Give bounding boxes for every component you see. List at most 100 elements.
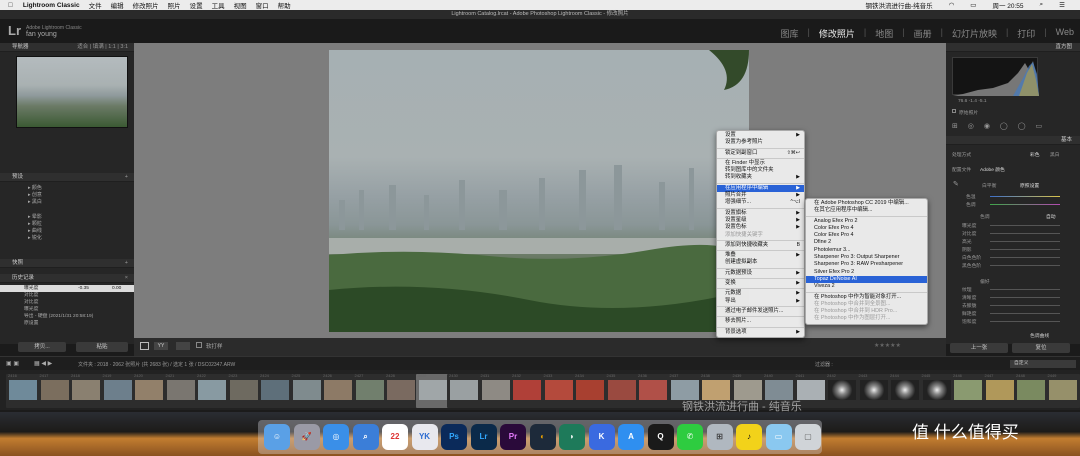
menu-item-5[interactable]: Color Efex Pro 4 [806, 232, 927, 239]
filmstrip-thumb[interactable]: 2436 [636, 373, 670, 408]
menu-tools[interactable]: 工具 [212, 0, 225, 10]
filmstrip-thumb[interactable]: 2428 [384, 373, 418, 408]
second-window-icon[interactable]: ▣ ▣ [6, 360, 19, 367]
history-header[interactable]: 历史记录 × [0, 274, 134, 283]
menu-item-11[interactable]: 增强细节... ^⌥I [717, 199, 804, 206]
filmstrip-thumb[interactable]: 2426 [321, 373, 355, 408]
menu-item-12[interactable]: Viveza 2 [806, 283, 927, 290]
menu-item-1[interactable]: 设置为参考照片 [717, 139, 804, 146]
filmstrip-thumb[interactable]: 2427 [352, 373, 387, 408]
filmstrip-thumb[interactable]: 2433 [541, 373, 576, 408]
filmstrip-thumb[interactable]: 2416 [6, 373, 40, 408]
menu-item-7[interactable]: Photolemur 3... [806, 247, 927, 254]
loupe-view-icon[interactable] [140, 342, 149, 350]
module-library[interactable]: 图库 [781, 27, 799, 40]
clarity-slider[interactable] [990, 297, 1060, 298]
navigator-header[interactable]: 导航器 适合 | 填满 | 1:1 | 3:1 [0, 43, 134, 52]
histogram[interactable] [952, 57, 1039, 96]
filmstrip-thumb[interactable]: 2446 [951, 373, 985, 408]
menu-item-11[interactable]: Topaz DeNoise AI [806, 275, 927, 284]
dock-icon-wechat[interactable]: ✆ [677, 424, 703, 450]
reset-button[interactable]: 复位 [1012, 343, 1070, 353]
treatment-color[interactable]: 彩色 [1030, 151, 1040, 158]
preset-folder-curve[interactable]: ▸ 曲线 [0, 228, 134, 235]
filmstrip-thumb[interactable]: 2421 [163, 373, 198, 408]
filmstrip[interactable]: 2416 2417 2418 2419 2420 2421 2422 2423 2424 2425… [0, 370, 1080, 410]
menu-settings[interactable]: 设置 [190, 0, 203, 10]
menu-item-6[interactable]: Dfine 2 [806, 239, 927, 246]
filmstrip-thumb[interactable]: 2430 [447, 373, 481, 408]
snapshots-header[interactable]: 快照 + [0, 259, 134, 268]
menu-item-4[interactable]: Color Efex Pro 4 [806, 225, 927, 232]
dock-icon-search[interactable]: ⌕ [352, 424, 379, 450]
clock[interactable]: 周一 20:55 [992, 0, 1023, 10]
filmstrip-thumb[interactable]: 2435 [604, 373, 639, 408]
preset-folder-bw[interactable]: ▸ 黑白 [0, 199, 134, 206]
menu-item-23[interactable]: 元数据预设 ▶ [717, 270, 804, 277]
preset-folder-vignette[interactable]: ▸ 晕影 [0, 214, 134, 221]
menu-item-14[interactable]: 在 Photoshop 中作为智能对象打开... [806, 294, 927, 301]
whites-slider[interactable] [990, 257, 1060, 258]
module-develop[interactable]: 修改照片 [819, 27, 855, 40]
highlights-slider[interactable] [990, 241, 1060, 242]
menu-item-10[interactable]: Silver Efex Pro 2 [806, 269, 927, 276]
menubar-app-name[interactable]: Lightroom Classic [23, 2, 80, 9]
menu-item-1[interactable]: 在其它应用程序中编辑... [806, 207, 927, 214]
apple-icon[interactable]:  [8, 2, 13, 9]
menu-item-30[interactable]: 通过电子邮件发送照片... [717, 308, 804, 315]
presets-header[interactable]: 预设 + [0, 173, 134, 182]
wb-dropdown[interactable]: 原照设置 [1020, 182, 1039, 189]
preset-folder-creative[interactable]: ▸ 创意 [0, 192, 134, 199]
menu-item-34[interactable]: 背景选项 ▶ [717, 329, 804, 336]
dock-icon-launchpad[interactable]: 🚀 [293, 424, 320, 450]
eyedropper-icon[interactable]: ✎ [953, 180, 959, 188]
blacks-slider[interactable] [990, 265, 1060, 266]
dock-icon-trash[interactable]: ▢ [795, 424, 821, 450]
history-row[interactable]: 原设置 [0, 320, 134, 327]
filmstrip-thumb[interactable]: 2417 [37, 373, 72, 408]
history-row[interactable]: 曝光度 [0, 306, 134, 313]
filmstrip-thumb[interactable]: 2447 [982, 373, 1017, 408]
dock-icon-lr[interactable]: Lr [470, 424, 497, 450]
filmstrip-thumb[interactable]: 2422 [195, 373, 229, 408]
module-slideshow[interactable]: 幻灯片放映 [952, 27, 997, 40]
filmstrip-thumb[interactable]: 2420 [132, 373, 166, 408]
filmstrip-thumb[interactable]: 2443 [856, 373, 891, 408]
dehaze-slider[interactable] [990, 305, 1060, 306]
menu-view[interactable]: 视图 [234, 0, 247, 10]
menu-item-21[interactable]: 创建虚拟副本 [717, 259, 804, 266]
menu-list-icon[interactable]: ☰ [1059, 1, 1065, 9]
previous-button[interactable]: 上一张 [950, 343, 1008, 353]
menu-item-25[interactable]: 变换 ▶ [717, 280, 804, 287]
history-row[interactable]: 导出 - 硬盘 (2021/1/31 20:58:19) [0, 313, 134, 320]
basic-header[interactable]: 基本 [946, 136, 1080, 145]
texture-slider[interactable] [990, 289, 1060, 290]
dock-icon-k[interactable]: K [588, 424, 615, 450]
dock-icon-finder[interactable]: ☺ [264, 424, 290, 450]
navigator-zoom-options[interactable]: 适合 | 填满 | 1:1 | 3:1 [77, 43, 128, 52]
dock-icon-moon[interactable]: ◗ [559, 424, 585, 450]
menu-item-27[interactable]: 元数据 ▶ [717, 290, 804, 297]
menu-item-9[interactable]: 在应用程序中编辑 ▶ [717, 184, 804, 193]
module-web[interactable]: Web [1056, 27, 1074, 40]
menu-item-8[interactable]: Sharpener Pro 3: Output Sharpener [806, 254, 927, 261]
filter-dropdown[interactable]: 自定义 [1010, 360, 1076, 368]
filmstrip-thumb[interactable]: 2418 [69, 373, 103, 408]
filmstrip-thumb[interactable]: 2449 [1045, 373, 1080, 408]
temp-slider[interactable] [990, 196, 1060, 197]
develop-tool-strip[interactable]: ⊞ ◎ ◉ ◯ ◯ ▭ [952, 122, 1072, 132]
saturation-slider[interactable] [990, 321, 1060, 322]
menu-window[interactable]: 窗口 [256, 0, 269, 10]
wifi-icon[interactable]: ◠ [949, 1, 955, 9]
module-book[interactable]: 画册 [914, 27, 932, 40]
menu-item-28[interactable]: 导出 ▶ [717, 298, 804, 305]
vibrance-slider[interactable] [990, 313, 1060, 314]
dock-icon-appstore[interactable]: A [618, 424, 644, 450]
add-snapshot-icon[interactable]: + [125, 259, 128, 268]
clear-history-icon[interactable]: × [125, 274, 128, 283]
copy-settings-button[interactable]: 拷贝... [18, 342, 66, 352]
filmstrip-thumb[interactable]: 2442 [825, 373, 859, 408]
menu-edit[interactable]: 编辑 [111, 0, 124, 10]
menu-item-7[interactable]: 转到收藏夹 ▶ [717, 174, 804, 181]
dock-icon-davinci[interactable]: ◐ [529, 424, 556, 450]
